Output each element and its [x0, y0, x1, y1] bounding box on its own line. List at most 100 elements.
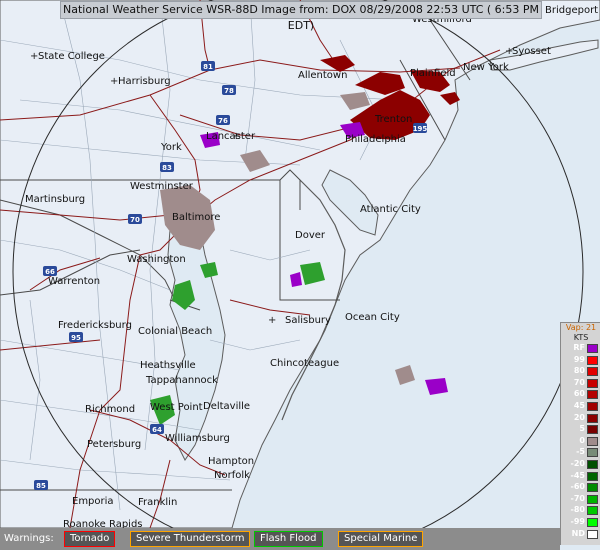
svg-text:95: 95 — [71, 334, 81, 342]
legend-color-swatch — [587, 436, 598, 446]
city-marker: +Lancaster — [206, 131, 256, 142]
legend-value-label: ND — [571, 528, 585, 538]
svg-text:Bridgeport: Bridgeport — [545, 5, 598, 16]
city-marker: Fredericksburg — [58, 320, 132, 331]
legend-row: 45 — [561, 401, 600, 413]
legend-value-label: -80 — [570, 505, 585, 515]
city-marker: Washington — [127, 254, 186, 265]
legend-color-swatch — [587, 483, 598, 493]
city-marker: Bridgeport — [545, 5, 598, 16]
svg-text:Syosset: Syosset — [512, 46, 551, 57]
legend-color-swatch — [587, 413, 598, 423]
city-marker: Atlantic City — [360, 204, 421, 215]
tornado-warning-toggle[interactable]: Tornado — [64, 531, 116, 547]
svg-text:Franklin: Franklin — [138, 497, 177, 508]
svg-text:Petersburg: Petersburg — [87, 439, 141, 450]
city-marker: New York — [463, 62, 509, 73]
legend-row: -60 — [561, 482, 600, 494]
severe-thunderstorm-warning-toggle[interactable]: Severe Thunderstorm — [130, 531, 251, 547]
legend-row: 70 — [561, 378, 600, 390]
city-marker: + State College — [30, 51, 105, 62]
legend-color-swatch — [587, 390, 598, 400]
svg-text:81: 81 — [203, 63, 213, 71]
interstate-shield: 64 — [150, 424, 164, 434]
interstate-shield: 70 — [128, 214, 142, 224]
legend-row: -80 — [561, 505, 600, 517]
city-marker: Tappahannock — [145, 375, 218, 386]
svg-text:Trenton: Trenton — [374, 114, 412, 125]
legend-color-swatch — [587, 344, 598, 353]
interstate-shield: 76 — [216, 115, 230, 125]
legend-value-label: -99 — [570, 516, 585, 526]
svg-text:Martinsburg: Martinsburg — [25, 194, 85, 205]
svg-text:Ocean City: Ocean City — [345, 312, 400, 323]
interstate-shield: 78 — [222, 85, 236, 95]
svg-text:West Point: West Point — [150, 402, 203, 413]
city-marker: Norfolk — [214, 470, 250, 481]
svg-text:78: 78 — [224, 87, 234, 95]
svg-text:Philadelphia: Philadelphia — [345, 134, 406, 145]
legend-row: ND — [561, 529, 600, 541]
legend-value-label: 5 — [579, 424, 585, 434]
legend-row: 5 — [561, 424, 600, 436]
city-marker: Baltimore — [172, 212, 220, 223]
city-marker: Westminster — [130, 181, 194, 192]
legend-value-label: -20 — [570, 458, 585, 468]
svg-text:Richmond: Richmond — [85, 404, 135, 415]
city-marker: West Point — [150, 402, 203, 413]
legend-row: -20 — [561, 459, 600, 471]
special-marine-warning-toggle[interactable]: Special Marine — [338, 531, 424, 547]
legend-row: RF — [561, 343, 600, 355]
legend-row: 99 — [561, 355, 600, 367]
warnings-label: Warnings: — [4, 533, 54, 544]
svg-text:83: 83 — [162, 164, 172, 172]
svg-text:Heathsville: Heathsville — [140, 360, 196, 371]
svg-text:Chincoteague: Chincoteague — [270, 358, 339, 369]
svg-text:66: 66 — [45, 268, 55, 276]
svg-text:Washington: Washington — [127, 254, 186, 265]
legend-color-swatch — [587, 448, 598, 458]
interstate-shield: 195 — [413, 123, 428, 133]
city-marker: Allentown — [298, 70, 347, 81]
city-marker: Williamsburg — [165, 433, 230, 444]
svg-text:New York: New York — [463, 62, 509, 73]
legend-value-label: 0 — [579, 435, 585, 445]
legend-color-swatch — [587, 425, 598, 435]
legend-value-label: -60 — [570, 482, 585, 492]
legend-row: 60 — [561, 389, 600, 401]
svg-text:Baltimore: Baltimore — [172, 212, 220, 223]
legend-value-label: -45 — [570, 470, 585, 480]
city-marker: Petersburg — [87, 439, 141, 450]
svg-text:Hampton: Hampton — [208, 456, 254, 467]
city-marker: Dover — [295, 230, 326, 241]
svg-text:Harrisburg: Harrisburg — [118, 76, 171, 87]
city-marker: Chincoteague — [270, 358, 339, 369]
city-marker: Warrenton — [48, 276, 100, 287]
svg-text:State College: State College — [38, 51, 105, 62]
svg-text:+: + — [268, 315, 276, 326]
flash-flood-warning-toggle[interactable]: Flash Flood — [254, 531, 323, 547]
legend-value-label: 80 — [573, 366, 585, 376]
svg-text:Westminster: Westminster — [130, 181, 194, 192]
legend-value-label: 45 — [573, 400, 585, 410]
svg-text:Warrenton: Warrenton — [48, 276, 100, 287]
legend-color-swatch — [587, 494, 598, 504]
svg-text:195: 195 — [413, 125, 428, 133]
svg-text:85: 85 — [36, 482, 46, 490]
svg-text:Dover: Dover — [295, 230, 326, 241]
city-marker: Deltaville — [203, 401, 250, 412]
svg-text:Atlantic City: Atlantic City — [360, 204, 421, 215]
city-marker: Martinsburg — [25, 194, 85, 205]
legend-color-swatch — [587, 471, 598, 481]
svg-text:Lancaster: Lancaster — [206, 131, 256, 142]
map-canvas: 81 78 76 83 70 66 95 64 85 195 West Have… — [0, 0, 600, 550]
legend-color-swatch — [587, 355, 598, 365]
city-marker: Emporia — [72, 496, 114, 507]
svg-text:Tappahannock: Tappahannock — [145, 375, 218, 386]
legend-header: Vap: 21 — [565, 323, 597, 332]
legend-value-label: RF — [573, 343, 585, 352]
legend-row: 80 — [561, 366, 600, 378]
svg-text:York: York — [160, 142, 182, 153]
legend-color-swatch — [587, 517, 598, 527]
legend-row: -45 — [561, 471, 600, 483]
